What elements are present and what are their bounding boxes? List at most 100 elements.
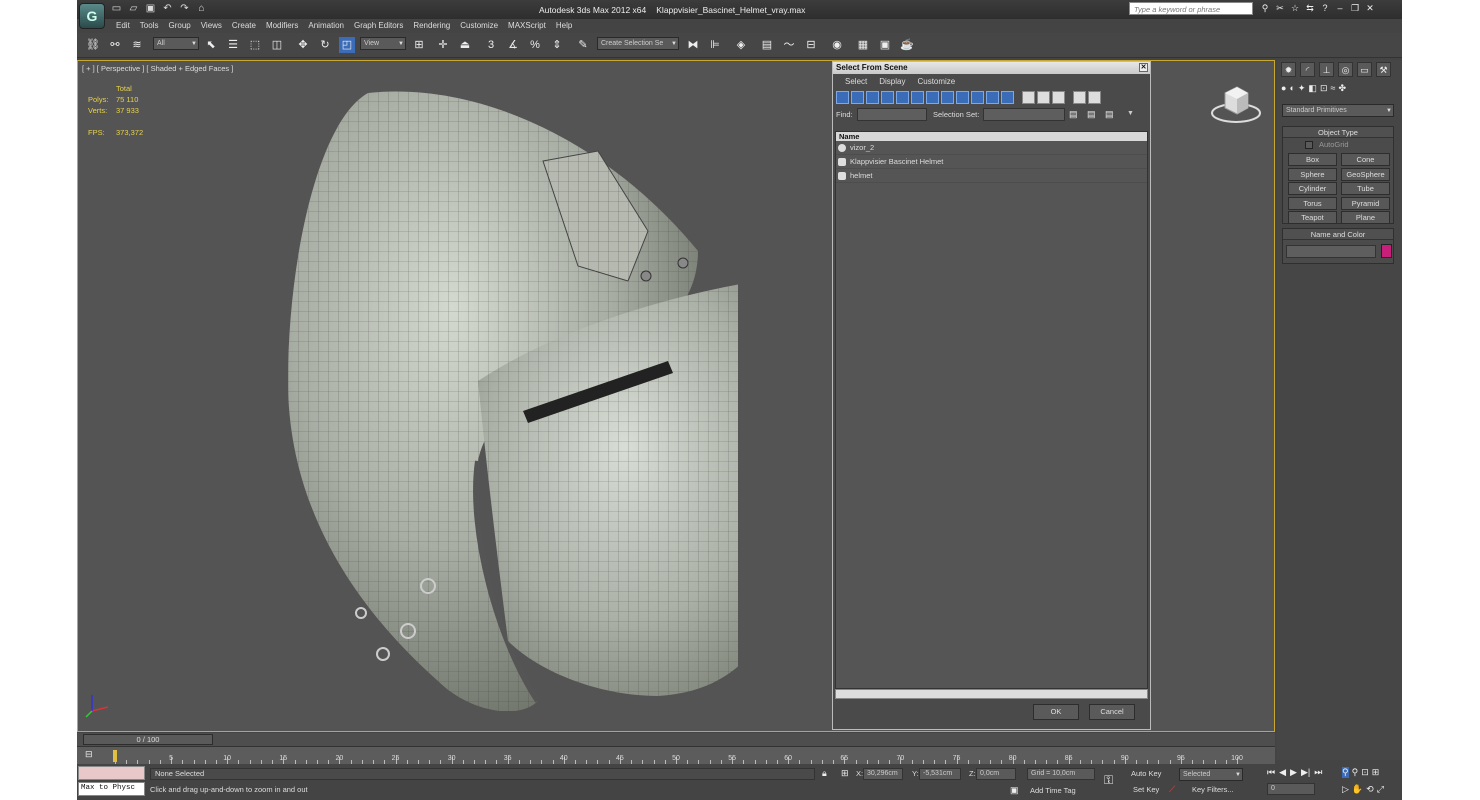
object-type-header[interactable]: Object Type: [1283, 127, 1393, 138]
link-icon[interactable]: ⛓: [85, 37, 101, 53]
shapes-category-icon[interactable]: ◐: [1289, 83, 1294, 94]
filter-shapes-icon[interactable]: [851, 91, 864, 104]
name-color-header[interactable]: Name and Color: [1283, 229, 1393, 240]
cancel-button[interactable]: Cancel: [1089, 704, 1135, 720]
zoom-all-icon[interactable]: ⚲: [1352, 767, 1359, 778]
snaps-toggle-icon[interactable]: 3: [483, 37, 499, 53]
menu-tools[interactable]: Tools: [135, 19, 164, 32]
dialog-menu-select[interactable]: Select: [839, 74, 873, 89]
track-bar-menu-icon[interactable]: ⊟: [85, 749, 93, 760]
x-coord-field[interactable]: 30,296cm: [863, 768, 903, 780]
systems-category-icon[interactable]: ✤: [1338, 83, 1346, 94]
play-icon[interactable]: ▶: [1290, 767, 1297, 778]
list-item[interactable]: vizor_2: [836, 141, 1147, 155]
spacewarps-category-icon[interactable]: ≈: [1330, 83, 1335, 94]
filter-funnel-icon[interactable]: [1073, 91, 1086, 104]
maxscript-mini-listener[interactable]: Max to Physc: [78, 782, 145, 796]
menu-edit[interactable]: Edit: [111, 19, 135, 32]
cone-button[interactable]: Cone: [1341, 153, 1390, 166]
list-item[interactable]: Klappvisier Bascinet Helmet: [836, 155, 1147, 169]
filter-groups-icon[interactable]: [926, 91, 939, 104]
hierarchy-tab-icon[interactable]: ⊥: [1319, 62, 1334, 77]
filter-hidden-icon[interactable]: [1001, 91, 1014, 104]
menu-help[interactable]: Help: [551, 19, 577, 32]
selection-set-dropdown[interactable]: [983, 108, 1065, 121]
move-icon[interactable]: ✥: [295, 37, 311, 53]
open-file-icon[interactable]: ▱: [128, 3, 139, 14]
help-search-input[interactable]: Type a keyword or phrase: [1129, 2, 1253, 15]
torus-button[interactable]: Torus: [1288, 197, 1337, 210]
named-selection-dropdown[interactable]: Create Selection Se: [597, 37, 679, 50]
viewcube[interactable]: [1210, 81, 1262, 127]
modify-tab-icon[interactable]: ◜: [1300, 62, 1315, 77]
exchange-icon[interactable]: ⇆: [1305, 3, 1315, 14]
sphere-button[interactable]: Sphere: [1288, 168, 1337, 181]
render-setup-icon[interactable]: ▦: [855, 37, 871, 53]
keyboard-shortcut-icon[interactable]: ⏏: [457, 37, 473, 53]
add-to-set-icon[interactable]: ▤: [1087, 109, 1096, 120]
key-filter-icon[interactable]: ⟋: [1169, 784, 1175, 795]
select-invert-icon[interactable]: [1052, 91, 1065, 104]
render-production-icon[interactable]: ☕: [899, 37, 915, 53]
helmet-model[interactable]: [178, 81, 738, 711]
minimize-icon[interactable]: –: [1335, 3, 1345, 14]
dialog-close-icon[interactable]: ✕: [1139, 63, 1148, 72]
tools-icon[interactable]: ✂: [1275, 3, 1285, 14]
object-color-swatch[interactable]: [1381, 244, 1392, 258]
mirror-icon[interactable]: ⧓: [685, 37, 701, 53]
window-crossing-icon[interactable]: ◫: [269, 37, 285, 53]
menu-animation[interactable]: Animation: [303, 19, 349, 32]
menu-views[interactable]: Views: [196, 19, 227, 32]
time-tag-icon[interactable]: ▣: [1010, 785, 1019, 796]
teapot-button[interactable]: Teapot: [1288, 211, 1337, 224]
select-none-icon[interactable]: [1037, 91, 1050, 104]
percent-snap-icon[interactable]: %: [527, 37, 543, 53]
selection-lock-icon[interactable]: 🔒︎: [822, 768, 827, 779]
scale-icon[interactable]: ◰: [339, 37, 355, 53]
filter-cameras-icon[interactable]: [881, 91, 894, 104]
align-icon[interactable]: ⊫: [707, 37, 723, 53]
ok-button[interactable]: OK: [1033, 704, 1079, 720]
curve-editor-icon[interactable]: 〜: [781, 37, 797, 53]
box-button[interactable]: Box: [1288, 153, 1337, 166]
options-arrow-icon[interactable]: ▼: [1127, 110, 1134, 117]
object-name-input[interactable]: [1286, 245, 1376, 258]
z-coord-field[interactable]: 0,0cm: [976, 768, 1016, 780]
time-slider-thumb[interactable]: 0 / 100: [83, 734, 213, 745]
auto-key-button[interactable]: Auto Key: [1131, 768, 1161, 780]
restore-icon[interactable]: ❐: [1350, 3, 1360, 14]
pan-icon[interactable]: ✋: [1352, 784, 1363, 795]
filter-spacewarps-icon[interactable]: [911, 91, 924, 104]
remove-from-set-icon[interactable]: ▤: [1105, 109, 1114, 120]
rotate-icon[interactable]: ↻: [317, 37, 333, 53]
utilities-tab-icon[interactable]: ⚒: [1376, 62, 1391, 77]
geometry-category-icon[interactable]: ●: [1281, 83, 1286, 94]
maxscript-listener-output[interactable]: [78, 766, 145, 780]
select-by-name-icon[interactable]: ☰: [225, 37, 241, 53]
zoom-icon[interactable]: ⚲: [1342, 767, 1349, 778]
rect-selection-icon[interactable]: ⬚: [247, 37, 263, 53]
create-tab-icon[interactable]: ✹: [1281, 62, 1296, 77]
select-object-icon[interactable]: ⬉: [203, 37, 219, 53]
menu-customize[interactable]: Customize: [455, 19, 503, 32]
menu-modifiers[interactable]: Modifiers: [261, 19, 303, 32]
key-filters-button[interactable]: Key Filters...: [1192, 784, 1234, 796]
list-item[interactable]: helmet: [836, 169, 1147, 183]
fov-icon[interactable]: ▷: [1342, 784, 1349, 795]
filter-config-icon[interactable]: [1088, 91, 1101, 104]
cylinder-button[interactable]: Cylinder: [1288, 182, 1337, 195]
menu-maxscript[interactable]: MAXScript: [503, 19, 551, 32]
add-time-tag-button[interactable]: Add Time Tag: [1030, 785, 1076, 797]
filter-geometry-icon[interactable]: [836, 91, 849, 104]
menu-rendering[interactable]: Rendering: [408, 19, 455, 32]
name-column-header[interactable]: Name: [836, 132, 1147, 141]
helpers-category-icon[interactable]: ⊡: [1320, 83, 1328, 94]
menu-graph-editors[interactable]: Graph Editors: [349, 19, 408, 32]
angle-snap-icon[interactable]: ∡: [505, 37, 521, 53]
primitive-type-dropdown[interactable]: Standard Primitives: [1282, 104, 1394, 117]
viewport-label[interactable]: [ + ] [ Perspective ] [ Shaded + Edged F…: [82, 64, 233, 73]
menu-create[interactable]: Create: [227, 19, 261, 32]
find-input[interactable]: [857, 108, 927, 121]
y-coord-field[interactable]: -5,531cm: [919, 768, 961, 780]
save-file-icon[interactable]: ▣: [145, 3, 156, 14]
